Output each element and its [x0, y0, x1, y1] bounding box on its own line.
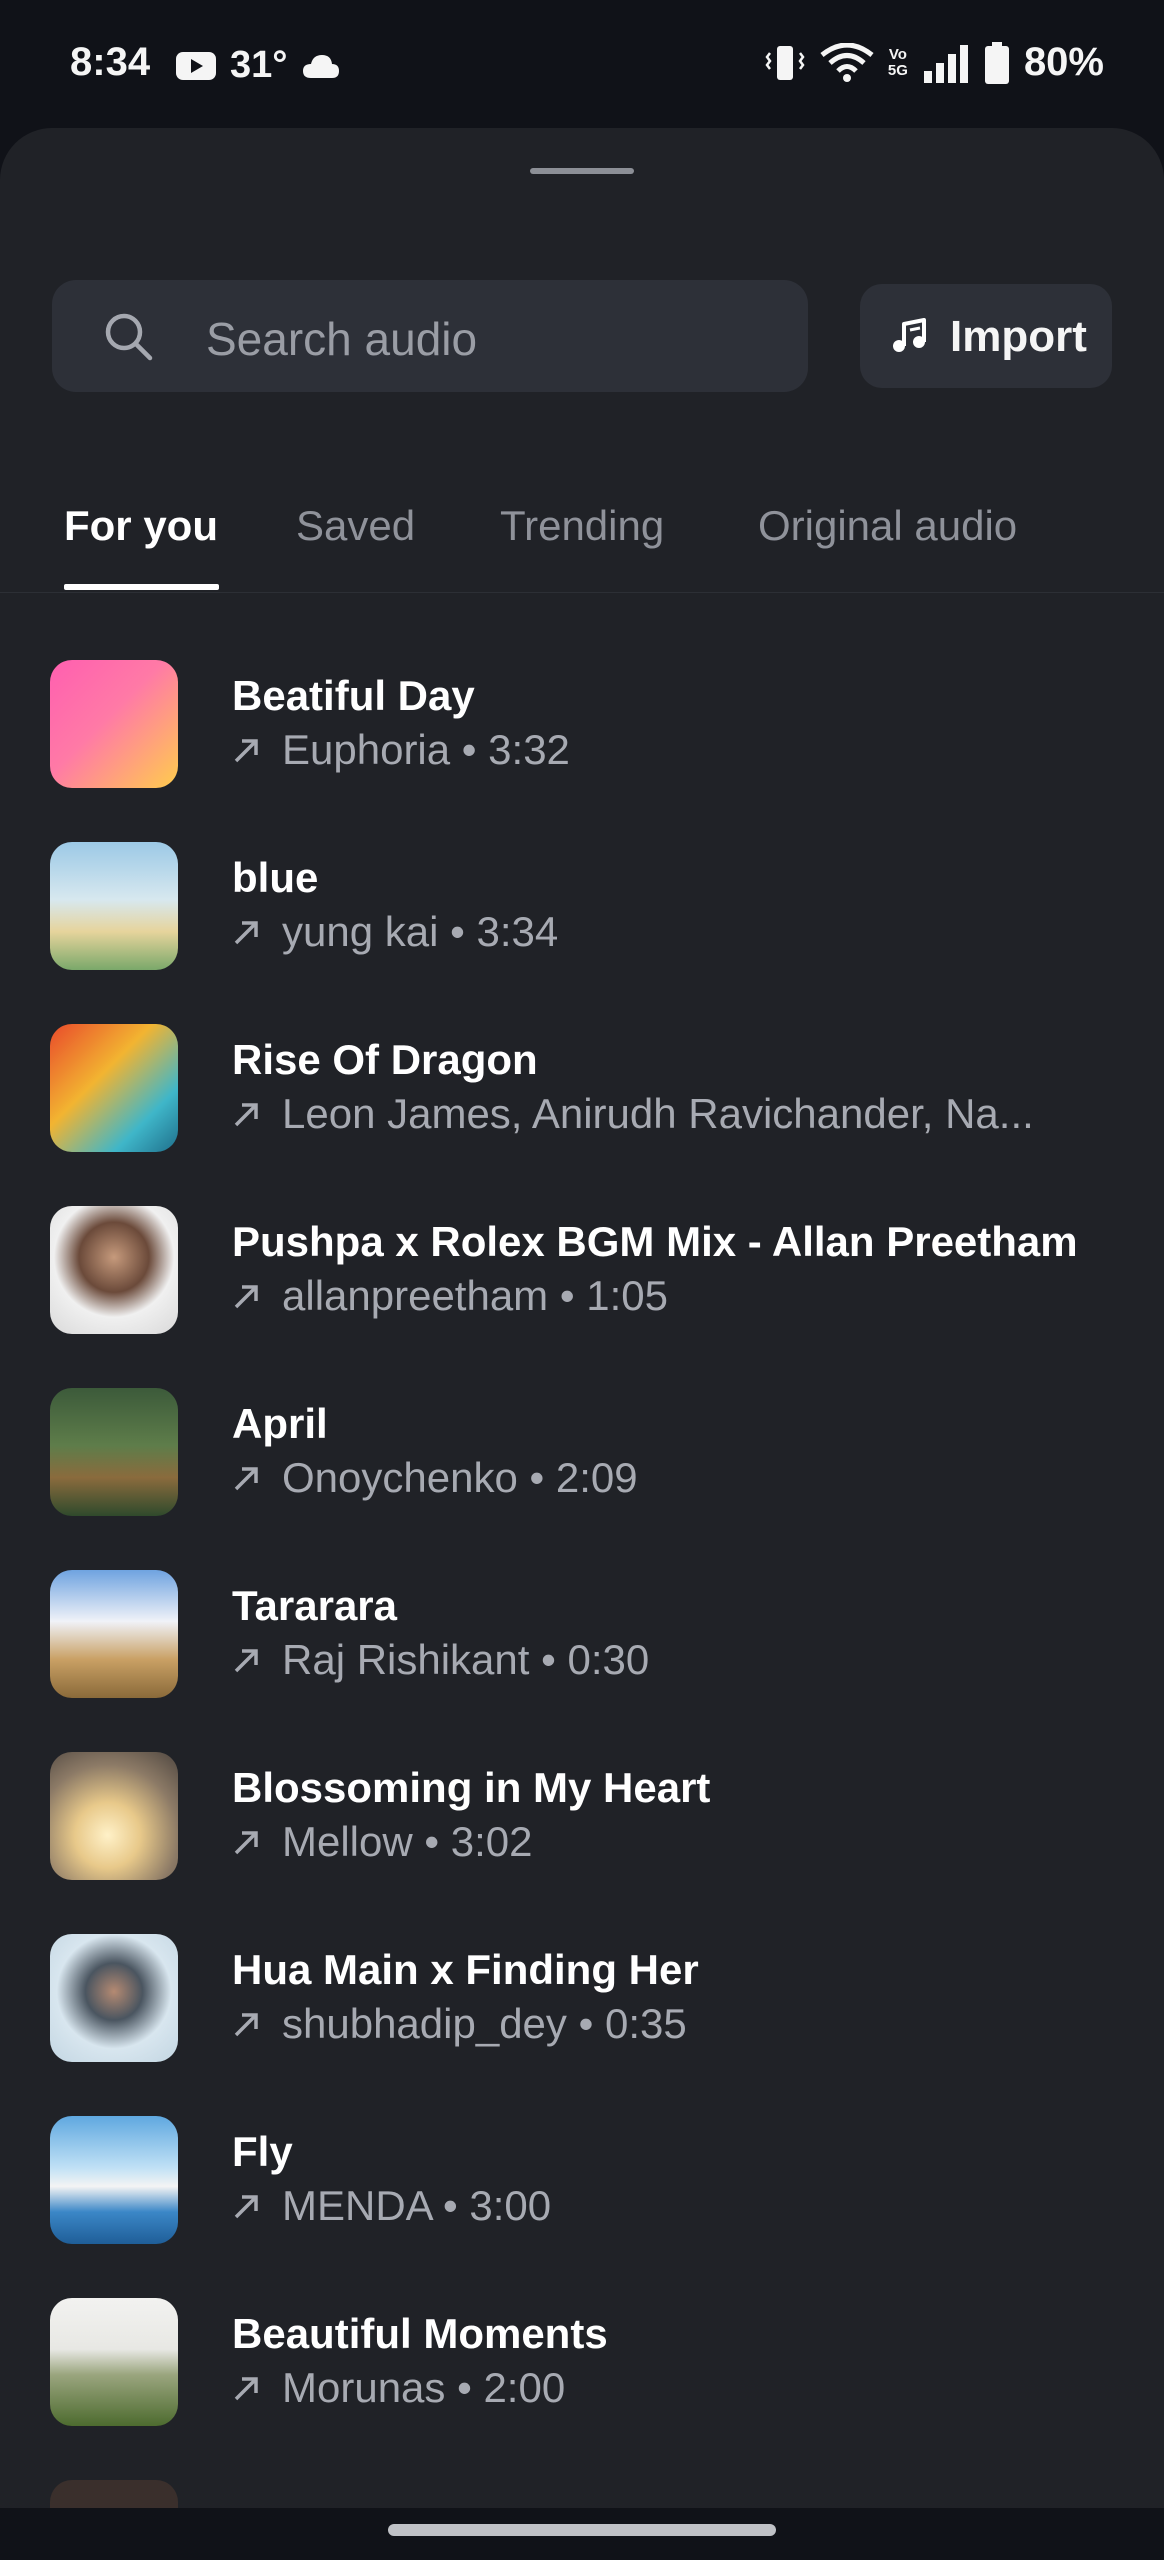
trending-arrow-icon [234, 921, 258, 945]
list-item[interactable]: Rise Of Dragon Leon James, Anirudh Ravic… [0, 1024, 1164, 1206]
album-art [50, 660, 178, 788]
album-art [50, 1752, 178, 1880]
track-title: blue [232, 854, 319, 901]
trending-arrow-icon [234, 2377, 258, 2401]
track-title: Blossoming in My Heart [232, 1764, 711, 1811]
trending-arrow-icon [234, 2195, 258, 2219]
list-item[interactable]: Fly MENDA • 3:00 [0, 2116, 1164, 2298]
system-nav-bar [0, 2508, 1164, 2560]
trending-arrow-icon [234, 2013, 258, 2037]
music-note-icon [893, 318, 926, 352]
battery-icon [984, 41, 1009, 84]
track-meta: MENDA • 3:00 [232, 2182, 551, 2230]
track-artist-duration: Mellow • 3:02 [282, 1818, 533, 1865]
status-bar: 8:34 31° Vo 5G 80% [0, 0, 1164, 130]
track-meta: Euphoria • 3:32 [232, 726, 570, 774]
youtube-icon [176, 51, 216, 80]
track-title: Hua Main x Finding Her [232, 1946, 699, 1993]
signal-icon [923, 44, 968, 83]
status-time: 8:34 [70, 40, 151, 84]
vibrate-icon [765, 45, 805, 80]
list-item[interactable]: Tararara Raj Rishikant • 0:30 [0, 1570, 1164, 1752]
track-artist-duration: allanpreetham • 1:05 [282, 1272, 668, 1319]
track-artist-duration: Onoychenko • 2:09 [282, 1454, 638, 1501]
album-art [50, 2298, 178, 2426]
list-item[interactable]: April Onoychenko • 2:09 [0, 1388, 1164, 1570]
track-title: April [232, 1400, 328, 1447]
battery-percent: 80% [1023, 40, 1104, 84]
track-artist-duration: yung kai • 3:34 [282, 908, 559, 955]
track-artist-duration: shubhadip_dey • 0:35 [282, 2000, 687, 2047]
album-art [50, 842, 178, 970]
tab-original-audio[interactable]: Original audio [758, 502, 1017, 550]
album-art [50, 1934, 178, 2062]
active-tab-indicator [64, 584, 219, 590]
track-artist-duration: Morunas • 2:00 [282, 2364, 566, 2411]
list-item[interactable]: Hua Main x Finding Her shubhadip_dey • 0… [0, 1934, 1164, 2116]
list-item[interactable]: blue yung kai • 3:34 [0, 842, 1164, 1024]
trending-arrow-icon [234, 1285, 258, 1309]
volte-indicator: Vo 5G [887, 45, 908, 79]
track-meta: Onoychenko • 2:09 [232, 1454, 638, 1502]
track-meta: Mellow • 3:02 [232, 1818, 532, 1866]
tab-bar: For you Saved Trending Original audio [0, 360, 1164, 593]
album-art [50, 1388, 178, 1516]
trending-arrow-icon [234, 1467, 258, 1491]
temperature-text: 31° [230, 44, 288, 86]
status-left-icons: 31° [176, 44, 341, 87]
home-gesture-pill[interactable] [388, 2524, 776, 2536]
track-meta: Leon James, Anirudh Ravichander, Na... [232, 1090, 1034, 1138]
track-title: Beautiful Moments [232, 2310, 608, 2357]
import-label: Import [950, 312, 1087, 361]
wifi-icon [820, 42, 874, 82]
album-art [50, 1206, 178, 1334]
track-title: Beatiful Day [232, 672, 475, 719]
track-meta: Morunas • 2:00 [232, 2364, 565, 2412]
list-item[interactable]: Beautiful Moments Morunas • 2:00 [0, 2298, 1164, 2480]
album-art [50, 2116, 178, 2244]
list-item[interactable]: Pushpa x Rolex BGM Mix - Allan Preetham … [0, 1206, 1164, 1388]
trending-arrow-icon [234, 739, 258, 763]
trending-arrow-icon [234, 1103, 258, 1127]
track-artist-duration: Leon James, Anirudh Ravichander, Na... [282, 1090, 1034, 1137]
track-artist-duration: Euphoria • 3:32 [282, 726, 570, 773]
track-artist-duration: Raj Rishikant • 0:30 [282, 1636, 650, 1683]
trending-arrow-icon [234, 1831, 258, 1855]
album-art [50, 1024, 178, 1152]
track-title: Fly [232, 2128, 293, 2175]
album-art [50, 1570, 178, 1698]
track-artist-duration: MENDA • 3:00 [282, 2182, 552, 2229]
trending-arrow-icon [234, 1649, 258, 1673]
drag-handle[interactable] [530, 168, 634, 174]
track-meta: allanpreetham • 1:05 [232, 1272, 668, 1320]
tab-for-you[interactable]: For you [64, 502, 218, 550]
cloud-icon [303, 54, 340, 78]
search-placeholder: Search audio [206, 313, 478, 365]
list-item[interactable]: Blossoming in My Heart Mellow • 3:02 [0, 1752, 1164, 1934]
track-meta: Raj Rishikant • 0:30 [232, 1636, 649, 1684]
status-right-icons: Vo 5G 80% [764, 40, 1104, 85]
tab-saved[interactable]: Saved [296, 502, 415, 550]
tab-trending[interactable]: Trending [500, 502, 664, 550]
track-meta: shubhadip_dey • 0:35 [232, 2000, 687, 2048]
list-item[interactable]: Beatiful Day Euphoria • 3:32 [0, 660, 1164, 842]
track-meta: yung kai • 3:34 [232, 908, 558, 956]
track-title: Pushpa x Rolex BGM Mix - Allan Preetham [232, 1218, 1078, 1265]
track-title: Tararara [232, 1582, 398, 1629]
track-title: Rise Of Dragon [232, 1036, 538, 1083]
search-icon [105, 313, 153, 361]
